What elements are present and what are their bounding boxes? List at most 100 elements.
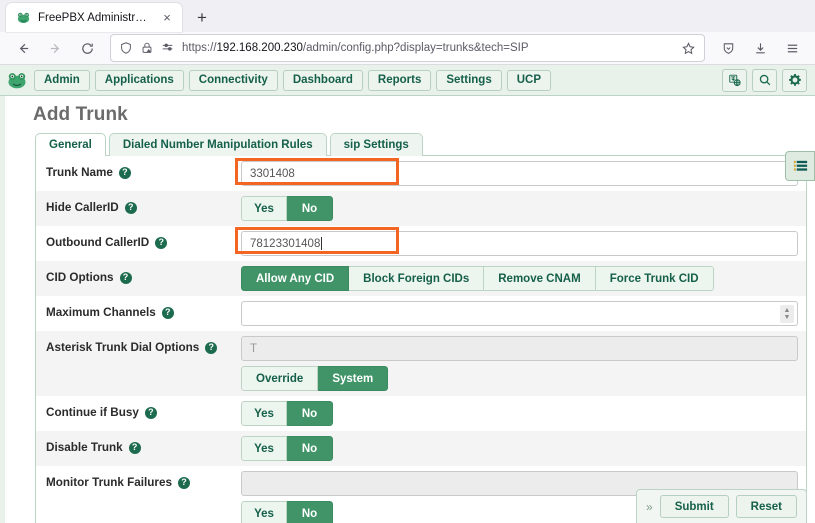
- monitor-trunk-failures-toggle: Yes No: [241, 501, 333, 523]
- url-text[interactable]: https://192.168.200.230/admin/config.php…: [182, 42, 675, 54]
- trunk-form: Trunk Name ? 3301408 Hide CallerID ? Yes…: [35, 156, 807, 523]
- tab-sip-settings[interactable]: sip Settings: [329, 133, 423, 156]
- tab-dialed-number-manipulation-rules[interactable]: Dialed Number Manipulation Rules: [108, 133, 327, 156]
- disable-trunk-yes[interactable]: Yes: [241, 436, 287, 461]
- label-text: Trunk Name: [46, 166, 113, 179]
- back-icon[interactable]: [8, 34, 38, 62]
- label-maximum-channels: Maximum Channels ?: [46, 301, 241, 319]
- topmenu-settings[interactable]: Settings: [436, 69, 502, 91]
- monitor-trunk-failures-yes[interactable]: Yes: [241, 501, 287, 523]
- monitor-trunk-failures-no[interactable]: No: [287, 501, 333, 523]
- control-disable-trunk: Yes No: [241, 436, 798, 461]
- topmenu-reports[interactable]: Reports: [367, 69, 432, 91]
- control-continue-if-busy: Yes No: [241, 401, 798, 426]
- control-asterisk-trunk-dial-options: T Override System: [241, 336, 798, 391]
- form-row-hide-callerid: Hide CallerID ? Yes No: [36, 191, 806, 226]
- browser-window: FreePBX Administration × + https://192.1…: [0, 0, 815, 523]
- shield-icon[interactable]: [119, 41, 134, 56]
- disable-trunk-no[interactable]: No: [287, 436, 333, 461]
- freepbx-frog-icon: [16, 10, 31, 25]
- tab-general[interactable]: General: [35, 133, 106, 156]
- topmenu-applications[interactable]: Applications: [94, 69, 184, 91]
- cid-option-force-trunk-cid[interactable]: Force Trunk CID: [595, 266, 714, 291]
- help-icon[interactable]: ?: [124, 201, 137, 214]
- topmenu-ucp[interactable]: UCP: [506, 69, 551, 91]
- freepbx-logo[interactable]: [6, 69, 28, 91]
- forward-icon: [40, 34, 70, 62]
- form-row-asterisk-trunk-dial-options: Asterisk Trunk Dial Options ? T Override…: [36, 331, 806, 396]
- control-hide-callerid: Yes No: [241, 196, 798, 221]
- cid-options-group: Allow Any CID Block Foreign CIDs Remove …: [241, 266, 714, 291]
- topmenu-connectivity[interactable]: Connectivity: [188, 69, 278, 91]
- topmenu-admin[interactable]: Admin: [34, 69, 90, 91]
- form-row-trunk-name: Trunk Name ? 3301408: [36, 156, 806, 191]
- language-icon[interactable]: [722, 68, 747, 92]
- list-icon[interactable]: [785, 151, 815, 181]
- cid-option-block-foreign-cids[interactable]: Block Foreign CIDs: [349, 266, 485, 291]
- new-tab-button[interactable]: +: [188, 3, 216, 31]
- help-icon[interactable]: ?: [177, 476, 190, 489]
- dial-options-override[interactable]: Override: [241, 366, 319, 391]
- asterisk-trunk-dial-options-input[interactable]: T: [241, 336, 798, 361]
- form-row-cid-options: CID Options ? Allow Any CID Block Foreig…: [36, 261, 806, 296]
- control-outbound-callerid: 78123301408: [241, 231, 798, 256]
- url-host: 192.168.200.230: [216, 42, 303, 54]
- reload-icon[interactable]: [72, 34, 102, 62]
- disable-trunk-toggle: Yes No: [241, 436, 333, 461]
- topmenu-dashboard[interactable]: Dashboard: [282, 69, 363, 91]
- trunk-name-input[interactable]: 3301408: [241, 161, 798, 186]
- app-menu-icon[interactable]: [777, 34, 807, 62]
- help-icon[interactable]: ?: [119, 271, 132, 284]
- hide-callerid-yes[interactable]: Yes: [241, 196, 287, 221]
- downloads-icon[interactable]: [745, 34, 775, 62]
- browser-navbar: https://192.168.200.230/admin/config.php…: [0, 32, 815, 65]
- help-icon[interactable]: ?: [205, 341, 218, 354]
- help-icon[interactable]: ?: [118, 166, 131, 179]
- continue-if-busy-yes[interactable]: Yes: [241, 401, 287, 426]
- form-row-maximum-channels: Maximum Channels ? ▲ ▼: [36, 296, 806, 331]
- form-row-continue-if-busy: Continue if Busy ? Yes No: [36, 396, 806, 431]
- hide-callerid-no[interactable]: No: [287, 196, 333, 221]
- control-trunk-name: 3301408: [241, 161, 798, 186]
- text-caret: [321, 237, 323, 250]
- cid-option-remove-cnam[interactable]: Remove CNAM: [484, 266, 596, 291]
- outbound-callerid-input[interactable]: 78123301408: [241, 231, 798, 256]
- search-icon[interactable]: [752, 68, 777, 92]
- help-icon[interactable]: ?: [144, 406, 157, 419]
- label-trunk-name: Trunk Name ?: [46, 161, 241, 179]
- label-text: Maximum Channels: [46, 306, 156, 319]
- label-monitor-trunk-failures: Monitor Trunk Failures ?: [46, 471, 241, 489]
- hide-callerid-toggle: Yes No: [241, 196, 333, 221]
- form-row-disable-trunk: Disable Trunk ? Yes No: [36, 431, 806, 466]
- close-icon[interactable]: ×: [158, 9, 176, 27]
- tab-title: FreePBX Administration: [38, 11, 151, 24]
- label-text: Outbound CallerID: [46, 236, 150, 249]
- help-icon[interactable]: ?: [128, 441, 141, 454]
- shield-toolbar-icon[interactable]: [713, 34, 743, 62]
- form-row-outbound-callerid: Outbound CallerID ? 78123301408: [36, 226, 806, 261]
- label-asterisk-trunk-dial-options: Asterisk Trunk Dial Options ?: [46, 336, 241, 354]
- gear-icon[interactable]: [782, 68, 807, 92]
- spinner-up[interactable]: ▲: [784, 307, 791, 314]
- reset-button[interactable]: Reset: [735, 495, 797, 518]
- browser-tab[interactable]: FreePBX Administration ×: [6, 3, 182, 32]
- label-outbound-callerid: Outbound CallerID ?: [46, 231, 241, 249]
- url-bar[interactable]: https://192.168.200.230/admin/config.php…: [110, 34, 705, 62]
- bookmark-star-icon[interactable]: [681, 41, 696, 56]
- cid-option-allow-any-cid[interactable]: Allow Any CID: [241, 266, 350, 291]
- number-spinner-icon[interactable]: ▲ ▼: [780, 304, 794, 323]
- spinner-down[interactable]: ▼: [784, 314, 791, 321]
- help-icon[interactable]: ?: [155, 236, 168, 249]
- dial-options-system[interactable]: System: [318, 366, 389, 391]
- label-disable-trunk: Disable Trunk ?: [46, 436, 241, 454]
- continue-if-busy-no[interactable]: No: [287, 401, 333, 426]
- chevron-right-icon[interactable]: »: [646, 500, 653, 514]
- help-icon[interactable]: ?: [161, 306, 174, 319]
- lock-warning-icon[interactable]: [140, 41, 155, 56]
- label-continue-if-busy: Continue if Busy ?: [46, 401, 241, 419]
- permissions-icon[interactable]: [161, 41, 176, 56]
- form-tabs: General Dialed Number Manipulation Rules…: [5, 132, 815, 156]
- page-title: Add Trunk: [33, 104, 128, 125]
- submit-button[interactable]: Submit: [659, 495, 729, 518]
- maximum-channels-input[interactable]: [241, 301, 798, 326]
